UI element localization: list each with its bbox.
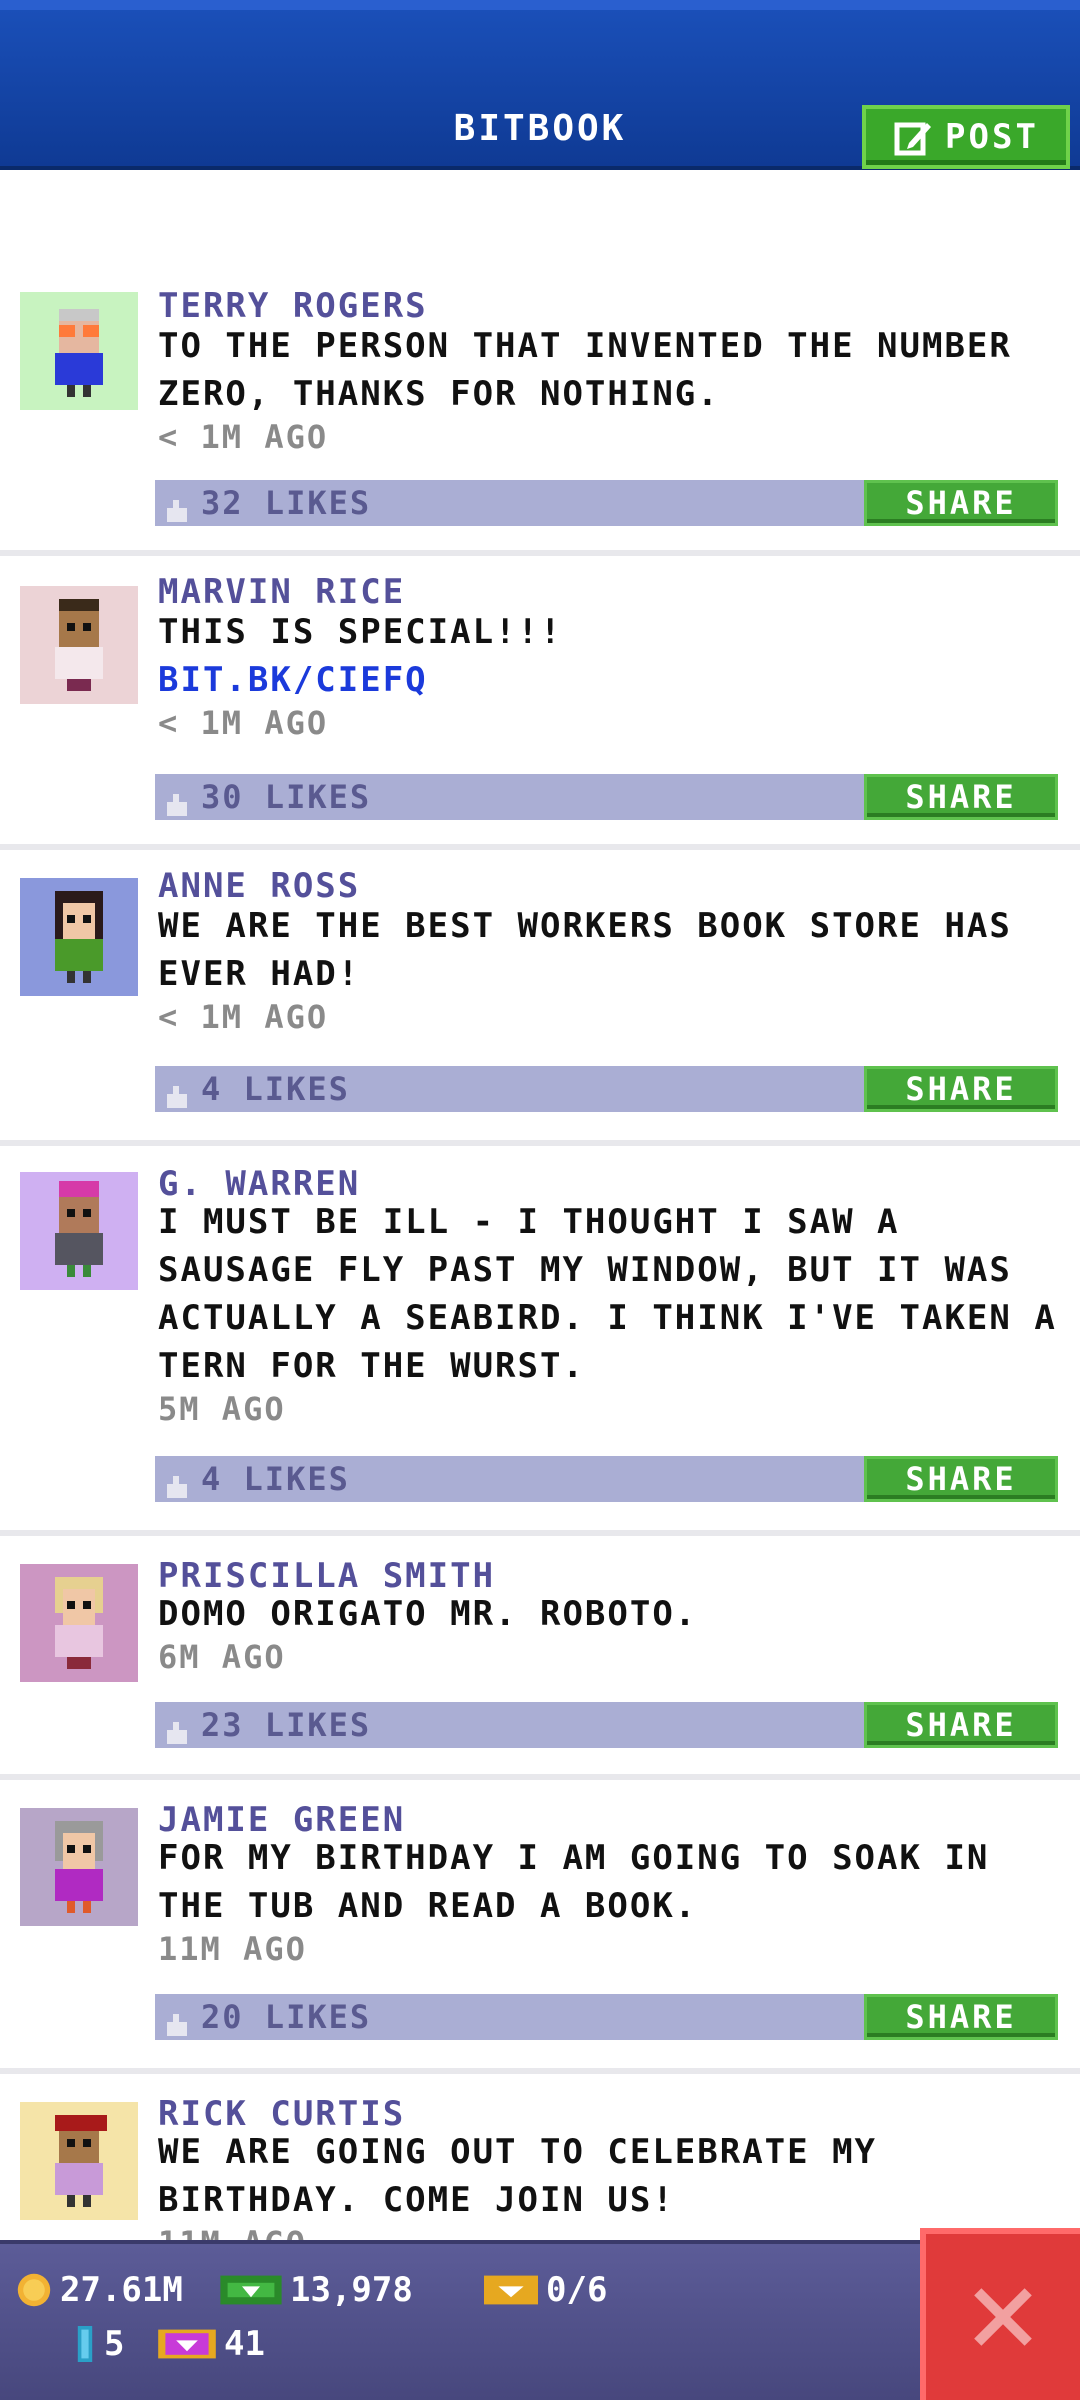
tickets-value: 0/6 <box>546 2270 608 2310</box>
close-icon <box>974 2288 1032 2346</box>
post-link[interactable]: BIT.BK/CIEFQ <box>158 656 1058 704</box>
like-count: 4 LIKES <box>201 1070 350 1108</box>
coin-icon <box>17 2273 51 2307</box>
like-count: 32 LIKES <box>201 484 372 522</box>
feed-post: MARVIN RICE THIS IS SPECIAL!!! BIT.BK/CI… <box>0 562 1080 850</box>
feed-post: RICK CURTIS WE ARE GOING OUT TO CELEBRAT… <box>0 2080 1080 2240</box>
tickets-stat[interactable]: 0/6 <box>484 2270 607 2310</box>
post-time: < 1M AGO <box>158 418 329 456</box>
bux-value: 13,978 <box>290 2270 413 2310</box>
top-bar: BITBOOK POST <box>0 0 1080 170</box>
post-text: I MUST BE ILL - I THOUGHT I SAW A SAUSAG… <box>158 1202 1057 1386</box>
post-time: < 1M AGO <box>158 704 329 742</box>
post-text: WE ARE GOING OUT TO CELEBRATE MY BIRTHDA… <box>158 2132 878 2220</box>
coins-value: 27.61M <box>60 2270 183 2310</box>
gray-hair-avatar[interactable] <box>20 1808 138 1926</box>
post-time: 11M AGO <box>158 2224 307 2240</box>
post-time: 5M AGO <box>158 1390 286 1428</box>
key-icon <box>77 2326 93 2362</box>
keys-stat[interactable]: 5 <box>74 2324 124 2364</box>
share-button[interactable]: SHARE <box>864 1994 1058 2040</box>
thumbs-up-icon <box>165 492 189 522</box>
bux-icon <box>220 2275 282 2305</box>
thumbs-up-icon <box>165 1078 189 1108</box>
like-count: 30 LIKES <box>201 778 372 816</box>
like-button[interactable]: 30 LIKES <box>155 774 865 820</box>
post-time: 6M AGO <box>158 1638 286 1676</box>
thumbs-up-icon <box>165 786 189 816</box>
share-button[interactable]: SHARE <box>864 774 1058 820</box>
like-button[interactable]: 32 LIKES <box>155 480 865 526</box>
feed[interactable]: TERRY ROGERS TO THE PERSON THAT INVENTED… <box>0 170 1080 2240</box>
post-author[interactable]: TERRY ROGERS <box>158 286 428 326</box>
post-text: THIS IS SPECIAL!!! <box>158 612 563 652</box>
like-button[interactable]: 20 LIKES <box>155 1994 865 2040</box>
bald-man-glasses-avatar[interactable] <box>20 292 138 410</box>
ticket-icon <box>484 2275 538 2305</box>
thumbs-up-icon <box>165 1714 189 1744</box>
post-text: TO THE PERSON THAT INVENTED THE NUMBER Z… <box>158 326 1012 414</box>
post-text: FOR MY BIRTHDAY I AM GOING TO SOAK IN TH… <box>158 1838 990 1926</box>
coins-stat[interactable]: 27.61M <box>16 2270 183 2310</box>
like-count: 4 LIKES <box>201 1460 350 1498</box>
cap-man-avatar[interactable] <box>20 2102 138 2220</box>
like-button[interactable]: 4 LIKES <box>155 1066 865 1112</box>
post-button[interactable]: POST <box>862 105 1070 169</box>
woman-avatar[interactable] <box>20 878 138 996</box>
post-text: DOMO ORIGATO MR. ROBOTO. <box>158 1594 698 1634</box>
post-time: < 1M AGO <box>158 998 329 1036</box>
thumbs-up-icon <box>165 2006 189 2036</box>
close-button[interactable] <box>920 2228 1080 2400</box>
post-author[interactable]: MARVIN RICE <box>158 572 405 612</box>
feed-post: ANNE ROSS WE ARE THE BEST WORKERS BOOK S… <box>0 856 1080 1146</box>
share-button[interactable]: SHARE <box>864 1702 1058 1748</box>
man-avatar[interactable] <box>20 586 138 704</box>
vip-value: 41 <box>224 2324 265 2364</box>
post-text: WE ARE THE BEST WORKERS BOOK STORE HAS E… <box>158 906 1012 994</box>
vip-ticket-icon <box>158 2329 216 2359</box>
share-button[interactable]: SHARE <box>864 1456 1058 1502</box>
like-button[interactable]: 4 LIKES <box>155 1456 865 1502</box>
like-button[interactable]: 23 LIKES <box>155 1702 865 1748</box>
blonde-woman-avatar[interactable] <box>20 1564 138 1682</box>
bottom-status-bar: 27.61M 13,978 0/6 5 41 <box>0 2240 1080 2400</box>
feed-post: PRISCILLA SMITH DOMO ORIGATO MR. ROBOTO.… <box>0 1542 1080 1780</box>
vip-stat[interactable]: 41 <box>158 2324 265 2364</box>
share-button[interactable]: SHARE <box>864 480 1058 526</box>
post-author[interactable]: ANNE ROSS <box>158 866 360 906</box>
like-count: 23 LIKES <box>201 1706 372 1744</box>
bux-stat[interactable]: 13,978 <box>220 2270 413 2310</box>
like-count: 20 LIKES <box>201 1998 372 2036</box>
feed-post: G. WARREN I MUST BE ILL - I THOUGHT I SA… <box>0 1152 1080 1536</box>
feed-post: JAMIE GREEN FOR MY BIRTHDAY I AM GOING T… <box>0 1786 1080 2074</box>
thumbs-up-icon <box>165 1468 189 1498</box>
person-hat-avatar[interactable] <box>20 1172 138 1290</box>
share-button[interactable]: SHARE <box>864 1066 1058 1112</box>
post-time: 11M AGO <box>158 1930 307 1968</box>
feed-post: TERRY ROGERS TO THE PERSON THAT INVENTED… <box>0 270 1080 556</box>
compose-icon <box>894 122 932 156</box>
keys-value: 5 <box>104 2324 125 2364</box>
post-button-label: POST <box>945 117 1039 157</box>
